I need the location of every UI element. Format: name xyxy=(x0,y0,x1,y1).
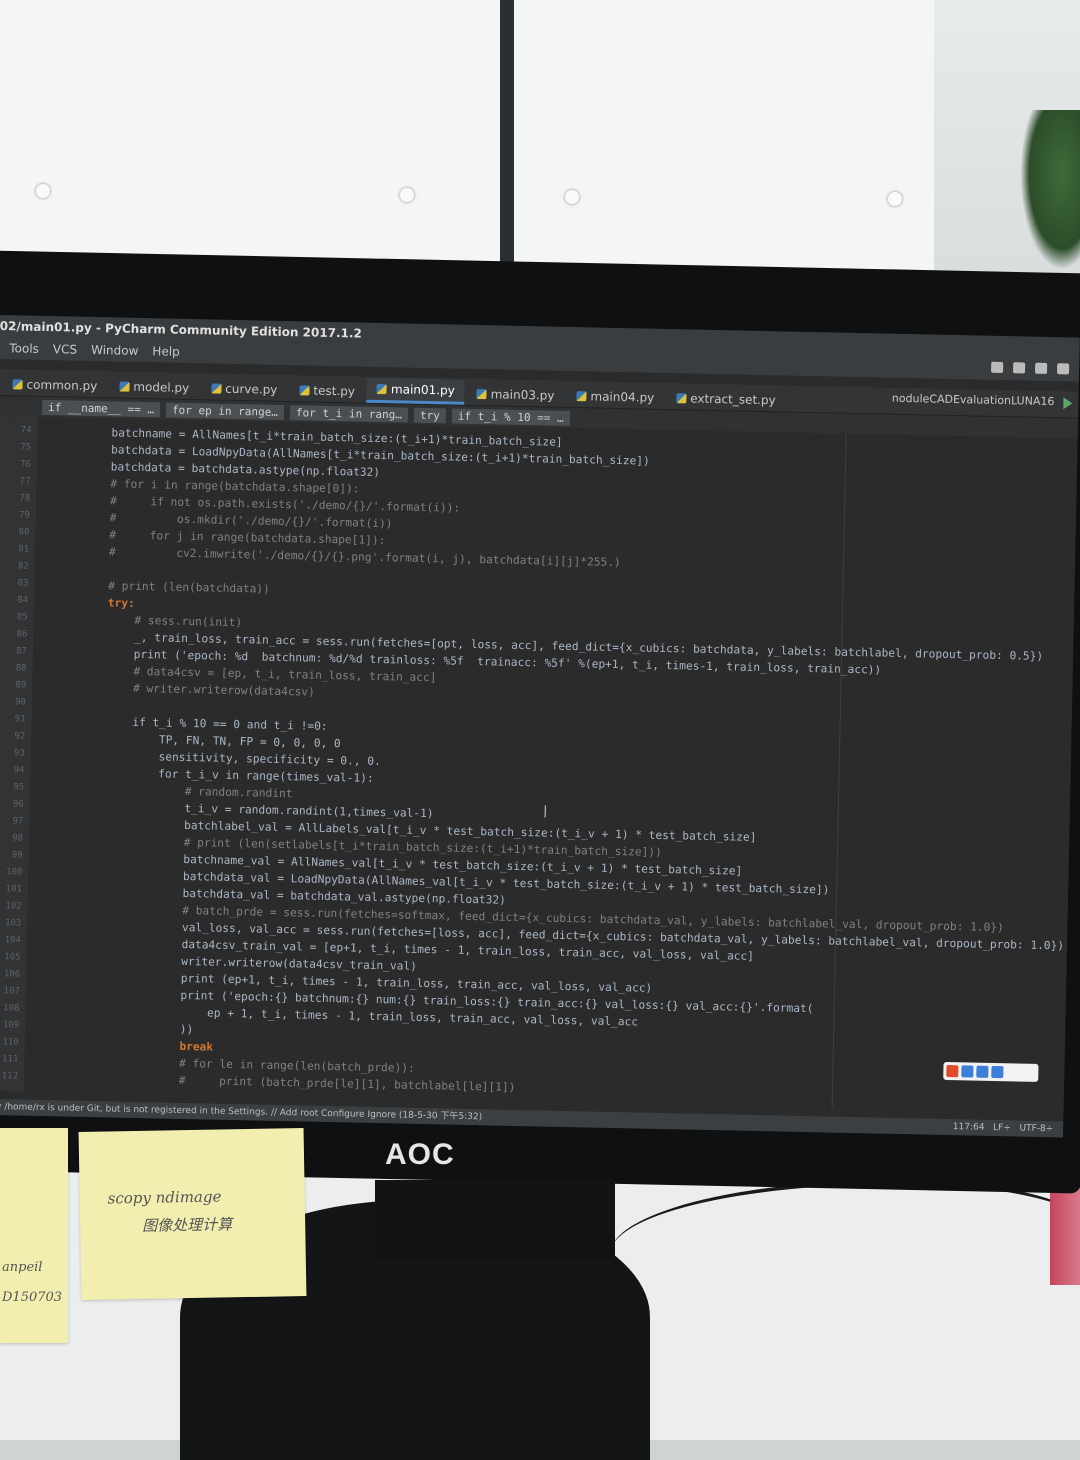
python-file-icon xyxy=(12,379,23,390)
python-file-icon xyxy=(476,389,487,400)
python-file-icon xyxy=(376,383,388,395)
line-number: 93 xyxy=(13,748,25,759)
line-number: 107 xyxy=(3,986,20,997)
line-number: 109 xyxy=(2,1020,20,1031)
code-editor[interactable]: 74 batchname = AllNames[t_i*train_batch_… xyxy=(0,415,1078,1114)
monitor-stand-neck xyxy=(375,1180,615,1260)
line-number: 77 xyxy=(19,476,31,487)
line-number: 105 xyxy=(4,952,21,963)
run-configuration-select[interactable]: noduleCADEvaluationLUNA16 xyxy=(892,392,1055,408)
line-number: 88 xyxy=(15,663,27,674)
line-number: 110 xyxy=(2,1037,19,1048)
tab-common[interactable]: common.py xyxy=(2,373,107,397)
breadcrumb-item[interactable]: try xyxy=(413,407,446,423)
monitor-brand-logo: AOC xyxy=(385,1138,455,1171)
line-number: 112 xyxy=(1,1071,19,1082)
tab-main01[interactable]: main01.py xyxy=(366,377,465,405)
system-tray xyxy=(991,361,1070,375)
line-number: 108 xyxy=(3,1003,20,1014)
breadcrumb-item[interactable]: for ep in range… xyxy=(165,401,285,420)
line-number: 96 xyxy=(12,799,24,810)
line-number: 101 xyxy=(5,884,23,895)
network-icon[interactable] xyxy=(1013,362,1026,374)
breadcrumb-item[interactable]: if __name__ == … xyxy=(41,399,161,417)
line-number: 83 xyxy=(17,578,29,589)
line-number: 79 xyxy=(18,510,30,521)
line-number: 94 xyxy=(13,765,25,776)
line-number: 100 xyxy=(5,867,23,878)
file-encoding[interactable]: UTF-8÷ xyxy=(1019,1124,1053,1135)
line-number: 106 xyxy=(3,969,21,980)
tab-main04[interactable]: main04.py xyxy=(566,385,664,409)
line-number: 75 xyxy=(20,442,32,453)
plant xyxy=(1020,110,1080,270)
line-number: 103 xyxy=(4,918,22,929)
note-handwriting: anpeil xyxy=(2,1260,43,1275)
menu-window[interactable]: Window xyxy=(91,339,139,362)
menu-vcs[interactable]: VCS xyxy=(53,338,78,361)
line-number: 90 xyxy=(14,697,26,708)
line-number: 95 xyxy=(13,782,25,793)
python-file-icon xyxy=(211,383,222,394)
line-number: 91 xyxy=(14,714,26,725)
line-number: 84 xyxy=(17,595,29,606)
line-number: 97 xyxy=(12,816,24,827)
line-number: 102 xyxy=(5,901,22,912)
volume-icon[interactable] xyxy=(1056,363,1070,375)
wall-pin xyxy=(400,188,414,202)
wall-pin xyxy=(36,184,50,198)
status-right: 117:64 LF÷ UTF-8÷ xyxy=(953,1119,1054,1137)
tab-extract-set[interactable]: extract_set.py xyxy=(666,387,786,411)
window-pane-right xyxy=(514,0,934,300)
sticky-note-left: anpeil D150703 xyxy=(0,1128,68,1343)
run-icon[interactable] xyxy=(1063,397,1073,410)
line-number: 111 xyxy=(2,1054,19,1065)
note-handwriting: D150703 xyxy=(2,1290,63,1305)
menu-help[interactable]: Help xyxy=(152,340,180,363)
line-number: 85 xyxy=(16,612,28,623)
wall-pin xyxy=(888,192,902,206)
window-frame xyxy=(500,0,514,300)
code-text[interactable]: try: xyxy=(54,593,135,612)
line-number: 78 xyxy=(19,493,31,504)
python-file-icon xyxy=(576,391,587,402)
breadcrumb-item[interactable]: for t_i in rang… xyxy=(289,404,409,423)
line-number: 104 xyxy=(4,935,22,946)
line-separator[interactable]: LF÷ xyxy=(993,1123,1011,1133)
sticky-note-right: scopy ndimage 图像处理计算 xyxy=(78,1128,307,1300)
line-number: 98 xyxy=(12,833,24,844)
line-number: 80 xyxy=(18,527,30,538)
python-file-icon xyxy=(676,393,687,404)
wall-pin xyxy=(565,190,579,204)
line-number: 82 xyxy=(17,561,29,572)
line-number: 87 xyxy=(16,646,28,657)
tab-curve[interactable]: curve.py xyxy=(201,377,288,401)
line-number: 89 xyxy=(15,680,27,691)
line-number: 99 xyxy=(11,850,23,861)
note-handwriting: 图像处理计算 xyxy=(142,1215,233,1235)
mail-icon[interactable] xyxy=(1034,362,1048,374)
monitor-screen: 02/main01.py - PyCharm Community Edition… xyxy=(0,315,1080,1138)
breadcrumb-item[interactable]: if t_i % 10 == … xyxy=(451,407,570,426)
line-number: 86 xyxy=(16,629,28,640)
cup xyxy=(1050,1185,1080,1285)
line-number: 74 xyxy=(20,425,32,436)
line-number: 76 xyxy=(19,459,31,470)
tab-model[interactable]: model.py xyxy=(109,375,199,399)
python-file-icon xyxy=(119,381,130,392)
line-number: 81 xyxy=(18,544,30,555)
keyboard-icon[interactable] xyxy=(991,361,1004,374)
cursor-position[interactable]: 117:64 xyxy=(953,1122,985,1133)
python-file-icon xyxy=(299,385,310,396)
note-handwriting: scopy ndimage xyxy=(107,1187,222,1208)
tab-main03[interactable]: main03.py xyxy=(466,383,564,407)
line-number: 92 xyxy=(14,731,26,742)
tab-test[interactable]: test.py xyxy=(289,379,365,403)
menu-tools[interactable]: Tools xyxy=(9,337,39,360)
